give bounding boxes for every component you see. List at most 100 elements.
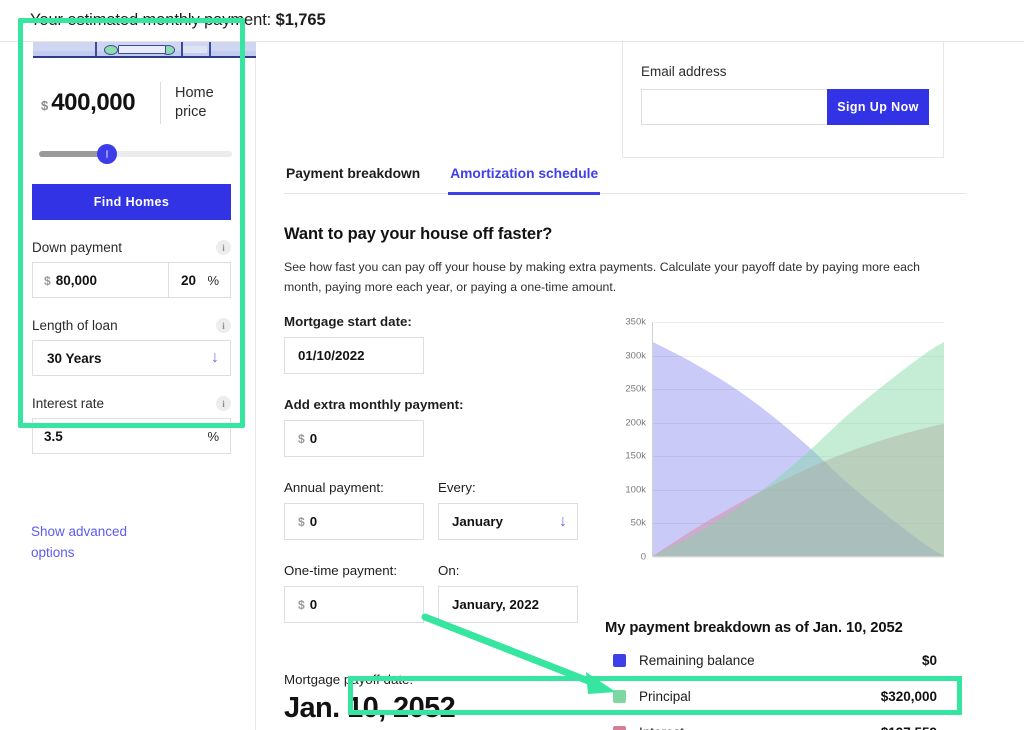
- annual-payment-input[interactable]: $ 0: [284, 503, 424, 540]
- email-input[interactable]: [641, 89, 827, 125]
- on-date-value: January, 2022: [452, 597, 539, 612]
- payment-breakdown-panel: My payment breakdown as of Jan. 10, 2052…: [605, 620, 951, 730]
- down-payment-label: Down payment: [32, 240, 123, 255]
- home-price-label-line1: Home: [175, 85, 214, 101]
- legend-swatch-icon: [613, 690, 626, 703]
- on-date-select[interactable]: January, 2022: [438, 586, 578, 623]
- tab-bar: Payment breakdown Amortization schedule: [284, 166, 966, 195]
- home-price-label: Home price: [160, 82, 214, 124]
- breakdown-row-value: $0: [921, 652, 937, 668]
- info-icon[interactable]: i: [216, 318, 231, 333]
- breakdown-row-name: Remaining balance: [639, 652, 755, 668]
- chart-y-tick-label: 250k: [625, 383, 646, 395]
- down-payment-amount-value: 80,000: [55, 272, 97, 288]
- tab-payment-breakdown[interactable]: Payment breakdown: [284, 166, 422, 195]
- home-price-row: $ 400,000 Home price: [32, 79, 231, 127]
- chevron-down-icon: ↓: [211, 349, 219, 366]
- home-price-label-line2: price: [175, 104, 207, 120]
- on-label: On:: [438, 563, 460, 578]
- breakdown-row: Remaining balance $0: [605, 642, 951, 678]
- estimated-payment-text: Your estimated monthly payment: $1,765: [30, 11, 326, 30]
- annual-payment-label: Annual payment:: [284, 480, 384, 495]
- annual-payment-group: Annual payment: $ 0 Every: January ↓: [284, 480, 584, 540]
- annual-payment-field: Annual payment: $ 0: [284, 480, 424, 540]
- dollar-sign-icon: $: [298, 431, 305, 446]
- slider-thumb[interactable]: [97, 144, 117, 164]
- down-payment-percent-value: 20: [181, 272, 197, 288]
- extra-payments-form: Mortgage start date: 01/10/2022 Add extr…: [284, 314, 584, 646]
- calculator-sidebar: $ 400,000 Home price Find Homes Down pay…: [0, 42, 264, 730]
- estimated-payment-bar: Your estimated monthly payment: $1,765: [0, 0, 1024, 42]
- length-of-loan-label-row: Length of loan i: [32, 318, 231, 333]
- down-payment-percent-input[interactable]: 20 %: [168, 263, 230, 297]
- breakdown-row-name: Interest: [639, 725, 881, 730]
- down-payment-input-group[interactable]: $ 80,000 20 %: [32, 262, 231, 298]
- down-payment-amount-input[interactable]: $ 80,000: [33, 273, 168, 288]
- mortgage-start-date-input[interactable]: 01/10/2022: [284, 337, 424, 374]
- interest-rate-value: 3.5: [44, 428, 63, 444]
- estimated-payment-prefix: Your estimated monthly payment:: [30, 11, 276, 29]
- home-price-slider[interactable]: [32, 144, 232, 164]
- annual-payment-value: 0: [309, 514, 318, 529]
- find-homes-button[interactable]: Find Homes: [32, 184, 231, 220]
- mortgage-start-date-group: Mortgage start date: 01/10/2022: [284, 314, 584, 374]
- percent-sign-icon: %: [207, 272, 219, 288]
- dollar-sign-icon: $: [298, 514, 305, 529]
- dollar-sign-icon: $: [298, 597, 305, 612]
- every-label: Every:: [438, 480, 476, 495]
- chart-y-tick-label: 0: [640, 551, 646, 563]
- every-month-value: January: [452, 514, 503, 529]
- home-price-value: 400,000: [51, 89, 136, 116]
- estimated-payment-amount: $1,765: [275, 11, 326, 29]
- chart-y-tick-label: 200k: [625, 417, 646, 429]
- show-advanced-options-link[interactable]: Show advanced options: [31, 521, 161, 563]
- extra-monthly-payment-label: Add extra monthly payment:: [284, 397, 464, 412]
- amortization-chart: 0 50k 100k 150k 200k 250k 300k 350k: [605, 312, 949, 602]
- chart-gridline: 0: [641, 552, 944, 563]
- dollar-sign-icon: $: [44, 273, 51, 288]
- mortgage-payoff-date-label: Mortgage payoff date:: [284, 672, 414, 687]
- breakdown-row: Interest$197,559: [605, 714, 951, 730]
- legend-swatch-icon: [613, 726, 626, 730]
- length-of-loan-value: 30 Years: [47, 350, 102, 366]
- chart-y-tick-label: 150k: [625, 450, 646, 462]
- payment-breakdown-title: My payment breakdown as of Jan. 10, 2052: [605, 620, 903, 636]
- breakdown-row-value: $197,559: [881, 725, 951, 730]
- interest-rate-input[interactable]: 3.5: [33, 429, 207, 444]
- every-field: Every: January ↓: [438, 480, 578, 540]
- info-icon[interactable]: i: [216, 396, 231, 411]
- sign-up-now-button[interactable]: Sign Up Now: [827, 89, 929, 125]
- info-icon[interactable]: i: [216, 240, 231, 255]
- on-date-field: On: January, 2022: [438, 563, 578, 623]
- email-signup-row: Sign Up Now: [641, 89, 929, 125]
- percent-sign-icon: %: [207, 428, 219, 444]
- section-description: See how fast you can pay off your house …: [284, 260, 920, 294]
- chart-y-tick-label: 50k: [630, 517, 646, 529]
- calculator-card: $ 400,000 Home price Find Homes Down pay…: [23, 65, 240, 466]
- chart-plot-area: 0 50k 100k 150k 200k 250k 300k 350k: [625, 317, 944, 563]
- mortgage-start-date-value: 01/10/2022: [298, 348, 365, 363]
- every-month-select[interactable]: January ↓: [438, 503, 578, 540]
- interest-rate-input-group[interactable]: 3.5 %: [32, 418, 231, 454]
- interest-rate-label: Interest rate: [32, 396, 105, 411]
- down-payment-label-row: Down payment i: [32, 240, 231, 255]
- illustration-house: [118, 45, 166, 54]
- tab-amortization-schedule[interactable]: Amortization schedule: [448, 166, 601, 195]
- one-time-payment-input[interactable]: $ 0: [284, 586, 424, 623]
- chart-series-layer: [653, 342, 944, 556]
- mortgage-payoff-date-value: Jan. 10, 2052: [284, 692, 456, 724]
- length-of-loan-select[interactable]: 30 Years ↓: [32, 340, 231, 376]
- email-signup-card: Email address Sign Up Now: [622, 42, 944, 158]
- one-time-payment-value: 0: [309, 597, 318, 612]
- section-title: Want to pay your house off faster?: [284, 225, 553, 243]
- chevron-down-icon: ↓: [559, 512, 567, 530]
- one-time-payment-field: One-time payment: $ 0: [284, 563, 424, 623]
- illustration-divider-3: [209, 42, 211, 56]
- breakdown-row: Principal $320,000: [605, 678, 951, 714]
- extra-monthly-payment-group: Add extra monthly payment: $ 0: [284, 397, 584, 457]
- illustration-divider-1: [95, 42, 97, 56]
- legend-swatch-icon: [613, 653, 626, 667]
- home-price-value-group[interactable]: $ 400,000: [32, 89, 160, 117]
- payment-breakdown-rows: Remaining balance $0 Principal $320,000 Inte…: [605, 642, 951, 730]
- extra-monthly-payment-input[interactable]: $ 0: [284, 420, 424, 457]
